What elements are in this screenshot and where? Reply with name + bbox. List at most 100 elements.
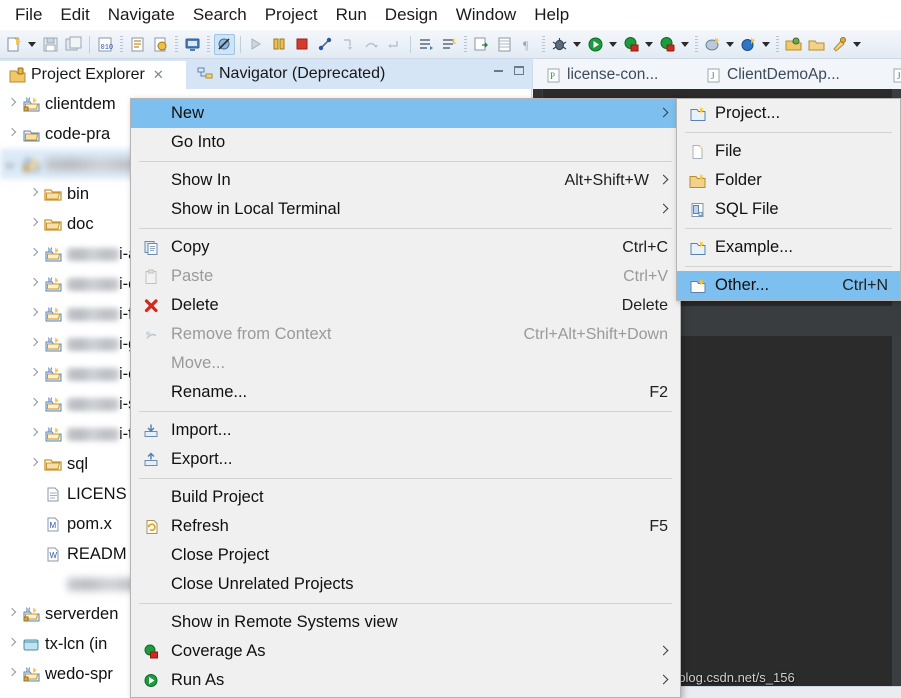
open-resource-button[interactable] — [783, 34, 804, 55]
chevron-right-icon[interactable] — [6, 638, 18, 650]
menubar-item-run[interactable]: Run — [327, 3, 376, 27]
validate-button[interactable] — [150, 34, 171, 55]
suspend-button[interactable] — [269, 34, 290, 55]
menubar-item-file[interactable]: File — [6, 3, 51, 27]
coverage-dropdown[interactable] — [643, 34, 655, 55]
close-icon[interactable]: ✕ — [153, 67, 164, 83]
new-server-dropdown[interactable] — [724, 34, 736, 55]
run-button[interactable] — [585, 34, 606, 55]
tab-navigator[interactable]: Navigator (Deprecated) — [188, 59, 458, 89]
menubar-item-help[interactable]: Help — [525, 3, 578, 27]
chevron-right-icon[interactable] — [6, 668, 18, 680]
chevron-right-icon[interactable] — [28, 458, 40, 470]
open-resource-icon — [785, 37, 802, 50]
menu-item-go-into[interactable]: Go Into — [131, 128, 680, 157]
resume-button[interactable] — [246, 34, 267, 55]
step-over-button[interactable] — [361, 34, 382, 55]
menu-item-delete[interactable]: Delete Delete — [131, 291, 680, 320]
chevron-right-icon[interactable] — [6, 128, 18, 140]
debug-dropdown[interactable] — [571, 34, 583, 55]
editor-tab-extra[interactable]: J — [885, 62, 901, 88]
menu-item-build-project[interactable]: Build Project — [131, 483, 680, 512]
chevron-right-icon[interactable] — [28, 248, 40, 260]
menu-item-label: Close Project — [171, 546, 270, 564]
console-button[interactable] — [182, 34, 203, 55]
chevron-right-icon[interactable] — [28, 338, 40, 350]
search-button[interactable] — [829, 34, 850, 55]
svg-text:010: 010 — [101, 44, 114, 52]
menubar-item-search[interactable]: Search — [184, 3, 256, 27]
chevron-right-icon[interactable] — [6, 98, 18, 110]
menu-item-show-in[interactable]: Show In Alt+Shift+W — [131, 166, 680, 195]
run-dropdown[interactable] — [607, 34, 619, 55]
step-return-button[interactable] — [384, 34, 405, 55]
new-wizard-dropdown[interactable] — [26, 34, 38, 55]
new-wizard-button[interactable] — [4, 34, 25, 55]
open-task-button[interactable] — [439, 34, 460, 55]
menu-item-file[interactable]: File — [677, 137, 900, 166]
menu-item-close-unrelated-projects[interactable]: Close Unrelated Projects — [131, 570, 680, 599]
open-type-button[interactable] — [416, 34, 437, 55]
menu-item-project[interactable]: Project... — [677, 99, 900, 128]
coverage-button[interactable] — [621, 34, 642, 55]
export-data-button[interactable] — [471, 34, 492, 55]
minimize-icon[interactable] — [494, 69, 503, 72]
profile-button[interactable] — [657, 34, 678, 55]
skip-breakpoints-button[interactable] — [214, 33, 235, 55]
editor-tab-license-con[interactable]: P license-con... — [539, 62, 664, 88]
save-button[interactable] — [40, 34, 61, 55]
menu-item-other[interactable]: Other... Ctrl+N — [677, 271, 900, 300]
menubar-item-edit[interactable]: Edit — [51, 3, 98, 27]
menu-item-show-in-remote-systems-view[interactable]: Show in Remote Systems view — [131, 608, 680, 637]
step-into-button[interactable] — [338, 34, 359, 55]
editor-tab-clientdemoapp[interactable]: J ClientDemoAp... — [699, 62, 846, 88]
maximize-icon[interactable] — [514, 66, 524, 75]
generate-button[interactable] — [127, 34, 148, 55]
debug-button[interactable] — [549, 34, 570, 55]
tab-project-explorer[interactable]: Project Explorer ✕ — [0, 61, 186, 89]
menu-item-sql-file[interactable]: SQL File — [677, 195, 900, 224]
new-submenu[interactable]: Project... File Folder SQL File Example... Ot… — [676, 98, 901, 301]
menu-item-import[interactable]: Import... — [131, 416, 680, 445]
menubar-item-design[interactable]: Design — [376, 3, 447, 27]
chevron-right-icon[interactable] — [28, 278, 40, 290]
menu-item-example[interactable]: Example... — [677, 233, 900, 262]
svg-text:J: J — [711, 71, 715, 81]
menubar-item-project[interactable]: Project — [256, 3, 327, 27]
table-button[interactable] — [494, 34, 515, 55]
chevron-right-icon[interactable] — [28, 368, 40, 380]
disconnect-button[interactable] — [315, 34, 336, 55]
menu-item-copy[interactable]: Copy Ctrl+C — [131, 233, 680, 262]
menu-item-refresh[interactable]: Refresh F5 — [131, 512, 680, 541]
menu-item-close-project[interactable]: Close Project — [131, 541, 680, 570]
external-tools-dropdown[interactable] — [760, 34, 772, 55]
menubar-item-navigate[interactable]: Navigate — [99, 3, 184, 27]
chevron-right-icon[interactable] — [28, 218, 40, 230]
menu-item-coverage-as[interactable]: Coverage As — [131, 637, 680, 666]
search-dropdown[interactable] — [851, 34, 863, 55]
menu-item-label: Build Project — [171, 488, 264, 506]
chevron-right-icon[interactable] — [28, 308, 40, 320]
chevron-right-icon[interactable] — [6, 608, 18, 620]
chevron-right-icon[interactable] — [28, 428, 40, 440]
new-server-button[interactable] — [702, 34, 723, 55]
menu-item-rename[interactable]: Rename... F2 — [131, 378, 680, 407]
chevron-down-icon[interactable] — [6, 158, 18, 170]
chevron-right-icon[interactable] — [28, 188, 40, 200]
folder-icon — [44, 218, 62, 231]
menubar-item-window[interactable]: Window — [447, 3, 525, 27]
open-folder-button[interactable] — [806, 34, 827, 55]
save-all-button[interactable] — [63, 34, 84, 55]
terminate-button[interactable] — [292, 34, 313, 55]
menu-item-folder[interactable]: Folder — [677, 166, 900, 195]
paragraph-button[interactable]: ¶ — [517, 34, 538, 55]
chevron-right-icon[interactable] — [28, 398, 40, 410]
menu-item-export[interactable]: Export... — [131, 445, 680, 474]
profile-dropdown[interactable] — [679, 34, 691, 55]
context-menu[interactable]: New Go Into Show In Alt+Shift+W Show in Loca… — [130, 98, 681, 698]
build-all-button[interactable]: 010 — [95, 34, 116, 55]
external-tools-button[interactable] — [738, 34, 759, 55]
menu-item-new[interactable]: New — [131, 99, 680, 128]
menu-item-run-as[interactable]: Run As — [131, 666, 680, 695]
menu-item-show-in-local-terminal[interactable]: Show in Local Terminal — [131, 195, 680, 224]
